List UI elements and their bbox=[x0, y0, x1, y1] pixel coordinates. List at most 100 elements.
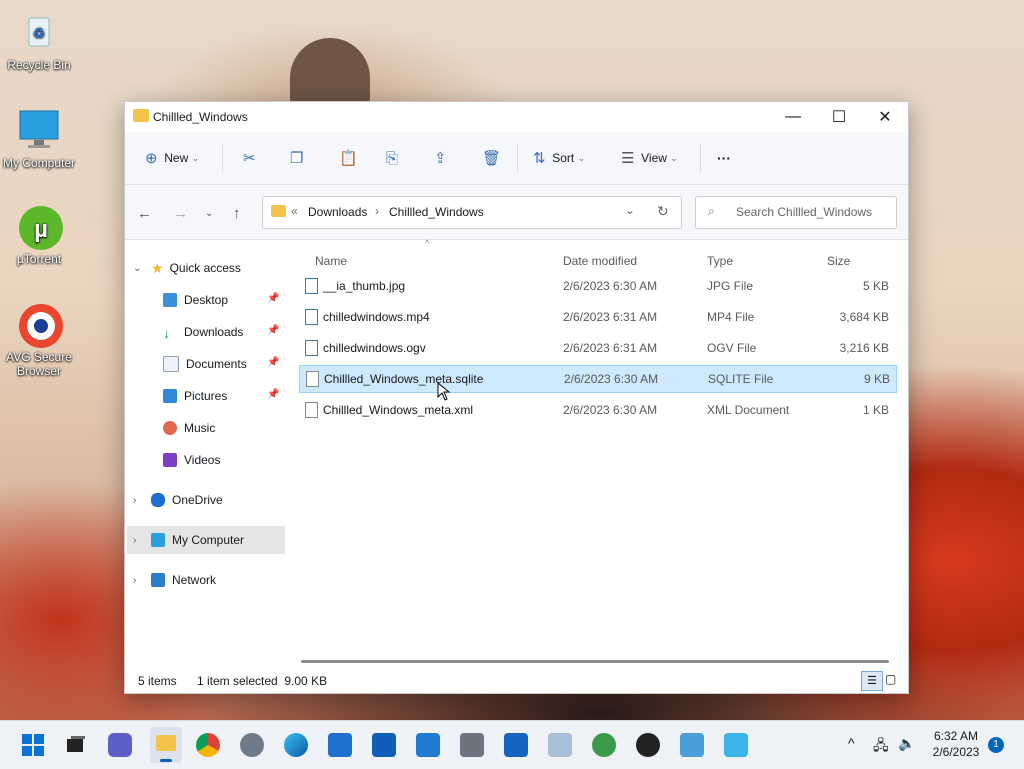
desktop-icon-recycle-bin[interactable]: ♻ Recycle Bin bbox=[0, 10, 78, 72]
cut-button[interactable]: ✂ bbox=[243, 146, 256, 170]
clock-date[interactable]: 2/6/2023 bbox=[928, 745, 984, 759]
nav-label: Quick access bbox=[169, 261, 241, 275]
title-bar[interactable]: Chillled_Windows — ☐ ✕ bbox=[125, 102, 908, 132]
active-indicator bbox=[160, 759, 172, 762]
copy-button[interactable]: ❐ bbox=[290, 146, 303, 170]
file-type: OGV File bbox=[707, 341, 757, 355]
back-button[interactable]: ← bbox=[137, 205, 152, 222]
file-row-selected[interactable]: Chillled_Windows_meta.sqlite 2/6/2023 6:… bbox=[299, 365, 897, 393]
delete-button[interactable]: 🗑 bbox=[482, 146, 501, 170]
rename-button[interactable]: ⎘ bbox=[386, 146, 398, 170]
more-button[interactable]: ··· bbox=[717, 146, 731, 170]
refresh-icon[interactable]: ↻ bbox=[657, 203, 669, 220]
start-button[interactable] bbox=[21, 733, 45, 757]
settings-gear-icon[interactable] bbox=[240, 733, 264, 757]
image-viewer-icon[interactable] bbox=[548, 733, 572, 757]
nav-my-computer[interactable]: › My Computer bbox=[127, 526, 285, 554]
file-size: 3,216 KB bbox=[839, 341, 889, 355]
monitor-icon bbox=[17, 108, 61, 152]
videos-icon bbox=[163, 453, 177, 467]
forward-button[interactable]: → bbox=[173, 205, 188, 222]
recent-locations-button[interactable]: ⌄ bbox=[205, 208, 213, 219]
file-row[interactable]: __ia_thumb.jpg 2/6/2023 6:30 AM JPG File… bbox=[299, 273, 895, 299]
calculator-icon[interactable] bbox=[460, 733, 484, 757]
view-button[interactable]: ☰ View ⌄ bbox=[621, 146, 678, 170]
nav-label: Desktop bbox=[184, 293, 229, 307]
horizontal-scrollbar[interactable] bbox=[301, 660, 889, 663]
minimize-button[interactable]: — bbox=[770, 102, 816, 132]
task-view-icon[interactable] bbox=[64, 733, 88, 757]
recycle-bin-icon: ♻ bbox=[17, 10, 61, 54]
teams-chat-icon[interactable] bbox=[108, 733, 132, 757]
nav-label: Pictures bbox=[184, 389, 228, 403]
divider bbox=[222, 144, 223, 172]
share-button[interactable]: ⇪ bbox=[434, 146, 447, 170]
file-size: 1 KB bbox=[862, 403, 889, 417]
sort-label: Sort bbox=[552, 151, 575, 165]
column-header-type[interactable]: Type bbox=[707, 254, 733, 268]
nav-videos[interactable]: Videos bbox=[163, 447, 220, 473]
nav-desktop[interactable]: Desktop bbox=[163, 287, 228, 313]
breadcrumb-separator: › bbox=[375, 204, 379, 218]
desktop-icon-my-computer[interactable]: My Computer bbox=[0, 108, 78, 170]
address-dropdown-icon[interactable]: ⌄ bbox=[625, 203, 635, 217]
media-player-icon[interactable] bbox=[504, 733, 528, 757]
nav-onedrive[interactable]: › OneDrive bbox=[133, 487, 223, 513]
play-icon[interactable] bbox=[636, 733, 660, 757]
store-icon[interactable] bbox=[372, 733, 396, 757]
file-row[interactable]: Chillled_Windows_meta.xml 2/6/2023 6:30 … bbox=[299, 397, 895, 423]
chrome-icon[interactable] bbox=[196, 733, 220, 757]
taskbar: ^ 🖧 🔈 6:32 AM 2/6/2023 1 bbox=[0, 720, 1024, 769]
overflow-chevron[interactable]: « bbox=[291, 204, 298, 218]
breadcrumb-chillled-windows[interactable]: Chillled_Windows bbox=[389, 205, 484, 219]
mail-icon[interactable] bbox=[328, 733, 352, 757]
address-bar[interactable]: « Downloads › Chillled_Windows ⌄ ↻ bbox=[262, 196, 682, 229]
maximize-button[interactable]: ☐ bbox=[816, 102, 862, 132]
file-row[interactable]: chilledwindows.ogv 2/6/2023 6:31 AM OGV … bbox=[299, 335, 895, 361]
new-button[interactable]: ⊕ New ⌄ bbox=[145, 146, 199, 170]
paste-icon: 📋 bbox=[339, 150, 358, 167]
search-box[interactable]: ⌕ Search Chillled_Windows bbox=[695, 196, 897, 229]
column-header-name[interactable]: Name bbox=[315, 254, 347, 268]
desktop-icon-avg-browser[interactable]: AVG Secure Browser bbox=[0, 302, 78, 378]
close-button[interactable]: ✕ bbox=[862, 102, 908, 132]
volume-icon[interactable]: 🔈 bbox=[898, 735, 915, 752]
nav-quick-access[interactable]: ⌄ ★ Quick access bbox=[133, 255, 241, 281]
nav-label: Network bbox=[172, 573, 217, 587]
nav-music[interactable]: Music bbox=[163, 415, 215, 441]
column-header-size[interactable]: Size bbox=[827, 254, 850, 268]
pictures-icon bbox=[163, 389, 177, 403]
wallpaper-figure bbox=[290, 38, 370, 108]
command-bar: ⊕ New ⌄ ✂ ❐ 📋 ⎘ ⇪ 🗑 ⇅ Sort ⌄ ☰ View ⌄ ··… bbox=[125, 132, 908, 185]
avg-browser-icon bbox=[17, 302, 63, 348]
nav-pictures[interactable]: Pictures bbox=[163, 383, 227, 409]
sort-ascending-indicator: ^ bbox=[425, 238, 430, 248]
file-row[interactable]: chilledwindows.mp4 2/6/2023 6:31 AM MP4 … bbox=[299, 304, 895, 330]
pin-icon: 📌 bbox=[267, 293, 280, 304]
tiles-view-button[interactable]: ▢ bbox=[885, 672, 899, 686]
sort-button[interactable]: ⇅ Sort ⌄ bbox=[533, 146, 585, 170]
nav-downloads[interactable]: ↓ Downloads bbox=[163, 319, 243, 345]
network-icon[interactable]: 🖧 bbox=[873, 735, 889, 759]
xml-file-icon bbox=[305, 402, 318, 418]
paste-button[interactable]: 📋 bbox=[339, 146, 358, 170]
nav-documents[interactable]: Documents bbox=[163, 351, 247, 377]
tray-overflow-chevron[interactable]: ^ bbox=[848, 735, 855, 751]
photos-icon[interactable] bbox=[416, 733, 440, 757]
nav-network[interactable]: › Network bbox=[133, 567, 216, 593]
details-view-button[interactable]: ☰ bbox=[861, 671, 883, 691]
up-button[interactable]: ↑ bbox=[233, 205, 241, 222]
edge-icon[interactable] bbox=[284, 733, 308, 757]
desktop-icon-utorrent[interactable]: µ µTorrent bbox=[0, 204, 78, 266]
app-icon[interactable] bbox=[724, 733, 748, 757]
control-panel-icon[interactable] bbox=[680, 733, 704, 757]
clock-time[interactable]: 6:32 AM bbox=[928, 729, 984, 743]
file-name: chilledwindows.ogv bbox=[323, 341, 426, 355]
file-explorer-taskbar-icon[interactable] bbox=[150, 727, 182, 763]
column-header-date[interactable]: Date modified bbox=[563, 254, 637, 268]
file-explorer-window: Chillled_Windows — ☐ ✕ ⊕ New ⌄ ✂ ❐ 📋 ⎘ ⇪… bbox=[124, 101, 909, 694]
breadcrumb-downloads[interactable]: Downloads bbox=[308, 205, 367, 219]
notification-badge[interactable]: 1 bbox=[988, 737, 1004, 753]
trash-icon: 🗑 bbox=[482, 150, 502, 167]
globe-icon[interactable] bbox=[592, 733, 616, 757]
